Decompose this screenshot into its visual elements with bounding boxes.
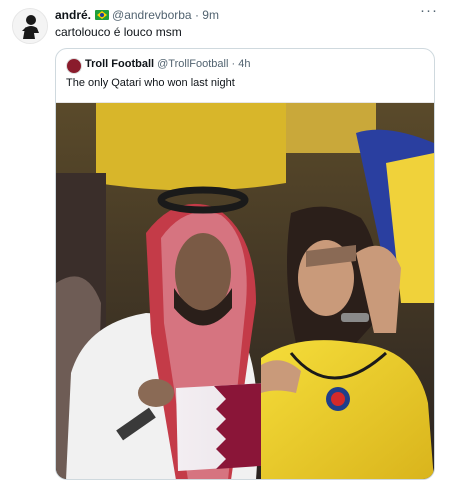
- quoted-tweet-text: The only Qatari who won last night: [66, 77, 235, 89]
- stadium-fans-photo: [56, 103, 434, 479]
- quoted-header-separator: ·: [231, 58, 236, 70]
- quoted-tweet-time[interactable]: 4h: [238, 58, 250, 70]
- tweet[interactable]: andré. @andrevborba · 9m ··· cartolouco é…: [0, 0, 454, 480]
- author-name[interactable]: andré.: [55, 8, 91, 22]
- more-options-icon[interactable]: ···: [420, 2, 438, 19]
- quoted-tweet-photo[interactable]: [56, 102, 434, 479]
- quoted-author-name[interactable]: Troll Football: [85, 58, 154, 70]
- author-avatar[interactable]: [12, 8, 48, 44]
- tweet-time[interactable]: 9m: [202, 8, 219, 22]
- author-handle[interactable]: @andrevborba: [112, 8, 192, 22]
- tweet-text: cartolouco é louco msm: [55, 25, 182, 39]
- quoted-tweet-header: Troll Football @TrollFootball · 4h: [85, 57, 250, 72]
- quoted-author-handle[interactable]: @TrollFootball: [157, 58, 228, 70]
- avatar-silhouette-icon: [13, 9, 47, 43]
- quoted-tweet[interactable]: Troll Football @TrollFootball · 4h The o…: [55, 48, 435, 480]
- quoted-author-avatar[interactable]: [66, 58, 82, 74]
- brazil-flag-icon: [95, 10, 110, 20]
- tweet-header: andré. @andrevborba · 9m: [55, 7, 219, 23]
- header-separator: ·: [194, 8, 199, 22]
